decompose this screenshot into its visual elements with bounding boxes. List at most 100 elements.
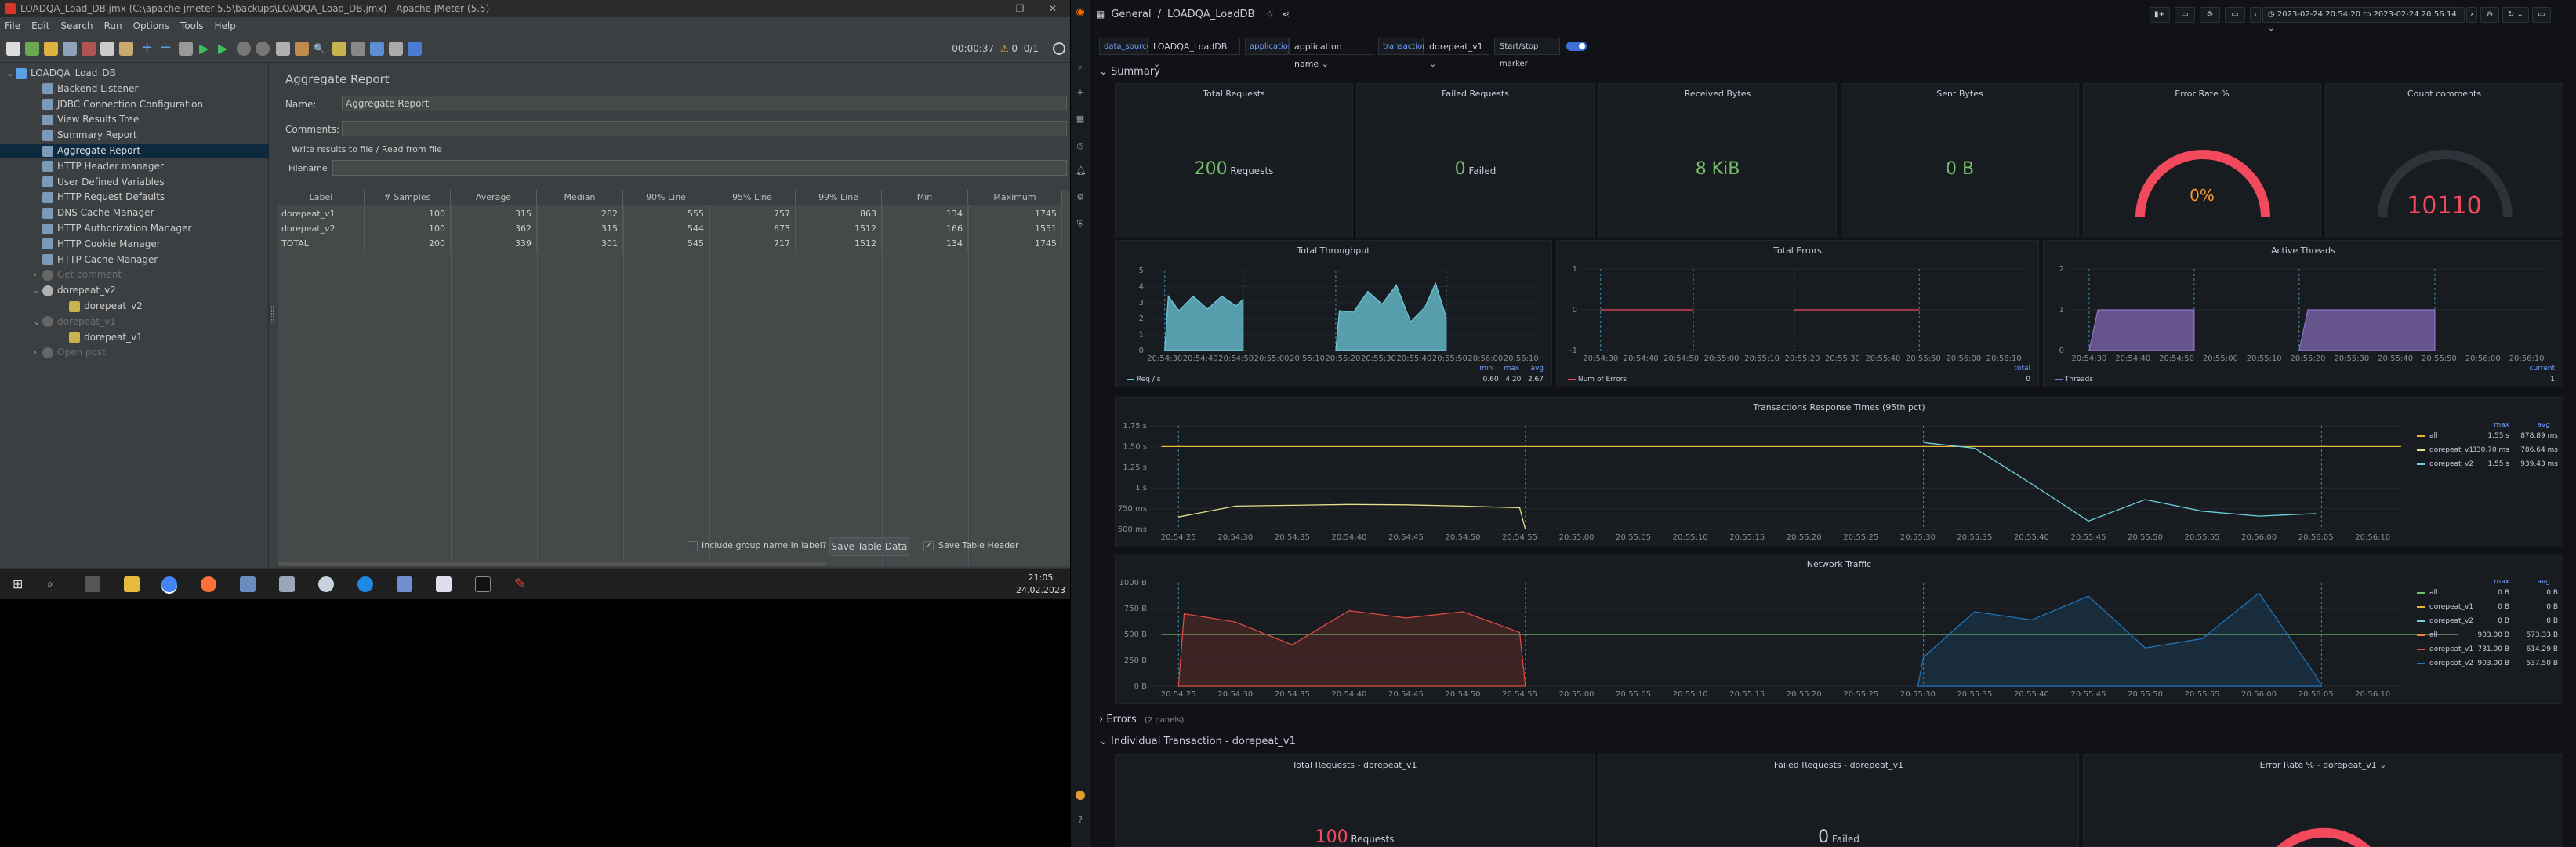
task-view-icon[interactable] xyxy=(85,576,100,592)
name-field[interactable]: Aggregate Report xyxy=(342,96,1067,111)
tree-node[interactable]: DNS Cache Manager xyxy=(0,205,269,220)
legend-item[interactable]: dorepeat_v1 0 B 0 B xyxy=(2417,603,2558,617)
tree-node[interactable]: Backend Listener xyxy=(0,82,269,96)
var-select-transaction[interactable]: dorepeat_v1 ⌄ xyxy=(1424,38,1489,69)
start-icon[interactable]: ▶ xyxy=(199,42,213,56)
tree-node[interactable]: ⌄ dorepeat_v2 xyxy=(0,283,269,298)
firefox-icon[interactable] xyxy=(201,576,216,592)
function-helper-icon[interactable] xyxy=(351,42,365,56)
app-icon-4[interactable] xyxy=(397,576,412,592)
zoom-out-button[interactable]: ⊖ xyxy=(2480,7,2499,23)
star-icon[interactable]: ☆ xyxy=(1265,9,1274,20)
tree-node[interactable]: View Results Tree xyxy=(0,112,269,127)
tree-node[interactable]: dorepeat_v1 xyxy=(0,330,269,345)
expand-toggle-icon[interactable]: ⌄ xyxy=(33,314,42,329)
collapse-toggle-icon[interactable]: ⌄ xyxy=(6,66,16,81)
copy-icon[interactable] xyxy=(100,42,114,56)
legend-item[interactable]: Num of Errors xyxy=(1568,376,1627,384)
share-icon[interactable]: ⋖ xyxy=(1282,9,1290,20)
tree-node[interactable]: › Get comment xyxy=(0,267,269,282)
shield-icon[interactable]: ⛨ xyxy=(1076,220,1085,229)
tv-mode-button[interactable]: ▭ xyxy=(2532,7,2551,23)
legend-item[interactable]: dorepeat_v2 0 B 0 B xyxy=(2417,617,2558,631)
cycle-view-button[interactable]: ▭ xyxy=(2225,7,2245,23)
errors-row[interactable]: › Errors (2 panels) xyxy=(1099,714,1184,725)
menu-search[interactable]: Search xyxy=(60,20,93,31)
paste-icon[interactable] xyxy=(119,42,133,56)
minimize-icon[interactable]: – xyxy=(971,0,1003,17)
alerting-icon[interactable]: 🔔︎ xyxy=(1076,166,1087,176)
time-back-button[interactable]: ‹ xyxy=(2250,7,2261,23)
legend-item[interactable]: dorepeat_v2 1.55 s 939.43 ms xyxy=(2417,460,2558,474)
column-header[interactable]: Maximum xyxy=(968,190,1062,205)
legend-item[interactable]: Req / s xyxy=(1127,376,1160,384)
stop-icon[interactable] xyxy=(237,42,251,56)
tree-node[interactable]: HTTP Header manager xyxy=(0,159,269,174)
search-taskbar-icon[interactable]: ⌕ xyxy=(47,576,63,592)
legend-item[interactable]: dorepeat_v2 903.00 B 537.50 B xyxy=(2417,660,2558,674)
help-icon[interactable]: ? xyxy=(1076,816,1085,825)
table-row[interactable]: TOTAL 200 339 301 545 717 1512 134 1745 xyxy=(278,236,1070,251)
individual-row[interactable]: ⌄ Individual Transaction - dorepeat_v1 xyxy=(1099,736,1296,747)
close-icon[interactable]: ✕ xyxy=(1037,0,1068,17)
calculator-icon[interactable] xyxy=(240,576,256,592)
legend-item[interactable]: all 903.00 B 573.33 B xyxy=(2417,631,2558,645)
tree-node[interactable]: › Open post xyxy=(0,345,269,360)
tree-node[interactable]: HTTP Request Defaults xyxy=(0,190,269,205)
gear-icon[interactable]: ⚙ xyxy=(1076,193,1085,202)
tree-node[interactable]: HTTP Cache Manager xyxy=(0,253,269,267)
menu-options[interactable]: Options xyxy=(133,20,169,31)
reset-search-icon[interactable] xyxy=(332,42,346,56)
open-icon[interactable] xyxy=(44,42,58,56)
summary-row[interactable]: ⌄ Summary xyxy=(1099,66,1160,78)
dashboards-icon[interactable]: ▦ xyxy=(1076,115,1085,124)
app-icon-5[interactable] xyxy=(436,576,452,592)
legend-item[interactable]: all 1.55 s 878.89 ms xyxy=(2417,432,2558,446)
cut-icon[interactable] xyxy=(82,42,96,56)
menu-edit[interactable]: Edit xyxy=(31,20,49,31)
table-row[interactable]: dorepeat_v2 100 362 315 544 673 1512 166 1551 xyxy=(278,221,1070,236)
warning-icon[interactable]: ⚠ xyxy=(1000,43,1009,54)
breadcrumb-root[interactable]: General xyxy=(1111,9,1151,20)
system-clock[interactable]: 21:05 24.02.2023 xyxy=(1016,572,1065,597)
log-viewer-icon[interactable] xyxy=(389,42,403,56)
tree-node[interactable]: HTTP Cookie Manager xyxy=(0,237,269,252)
var-select-application[interactable]: application name ⌄ xyxy=(1289,38,1373,69)
save-dashboard-button[interactable]: ▭ xyxy=(2175,7,2195,23)
expand-toggle-icon[interactable]: › xyxy=(33,345,42,360)
time-range-picker[interactable]: ◷ 2023-02-24 20:54:20 to 2023-02-24 20:5… xyxy=(2262,7,2465,33)
menu-tools[interactable]: Tools xyxy=(180,20,204,31)
filename-field[interactable] xyxy=(332,160,1067,176)
chrome-icon[interactable] xyxy=(161,576,177,592)
start-no-pauses-icon[interactable]: ▶ xyxy=(218,42,232,56)
refresh-button[interactable]: ↻ ⌄ xyxy=(2502,7,2529,23)
grafana-logo-icon[interactable]: ◉ xyxy=(1076,7,1085,17)
column-header[interactable]: Median xyxy=(537,190,623,205)
include-group-checkbox[interactable] xyxy=(688,541,698,551)
collapse-icon[interactable]: − xyxy=(160,41,174,56)
time-forward-button[interactable]: › xyxy=(2466,7,2477,23)
app-icon-1[interactable] xyxy=(279,576,295,592)
clear-icon[interactable] xyxy=(276,42,290,56)
legend-item[interactable]: Threads xyxy=(2055,376,2093,384)
explore-icon[interactable]: ◎ xyxy=(1076,141,1085,151)
horizontal-scrollbar[interactable] xyxy=(278,562,827,566)
column-header[interactable]: Min xyxy=(882,190,968,205)
legend-item[interactable]: all 0 B 0 B xyxy=(2417,589,2558,603)
legend-item[interactable]: dorepeat_v1 731.00 B 614.29 B xyxy=(2417,645,2558,660)
tree-node[interactable]: dorepeat_v2 xyxy=(0,299,269,314)
clear-all-icon[interactable] xyxy=(295,42,309,56)
tree-node[interactable]: ⌄ LOADQA_Load_DB xyxy=(0,66,269,81)
app-icon-3[interactable] xyxy=(357,576,373,592)
plus-icon[interactable]: + xyxy=(1076,88,1085,97)
column-header[interactable]: 90% Line xyxy=(623,190,709,205)
tree-node[interactable]: ⌄ dorepeat_v1 xyxy=(0,314,269,329)
help-icon[interactable] xyxy=(370,42,384,56)
shutdown-icon[interactable] xyxy=(256,42,270,56)
column-header[interactable]: Average xyxy=(451,190,537,205)
terminal-icon[interactable] xyxy=(475,576,491,592)
comments-field[interactable] xyxy=(342,121,1067,136)
search-icon[interactable]: 🔍 xyxy=(314,42,328,56)
jmeter-taskbar-icon[interactable]: ✎ xyxy=(514,576,530,592)
expand-toggle-icon[interactable]: ⌄ xyxy=(33,283,42,298)
